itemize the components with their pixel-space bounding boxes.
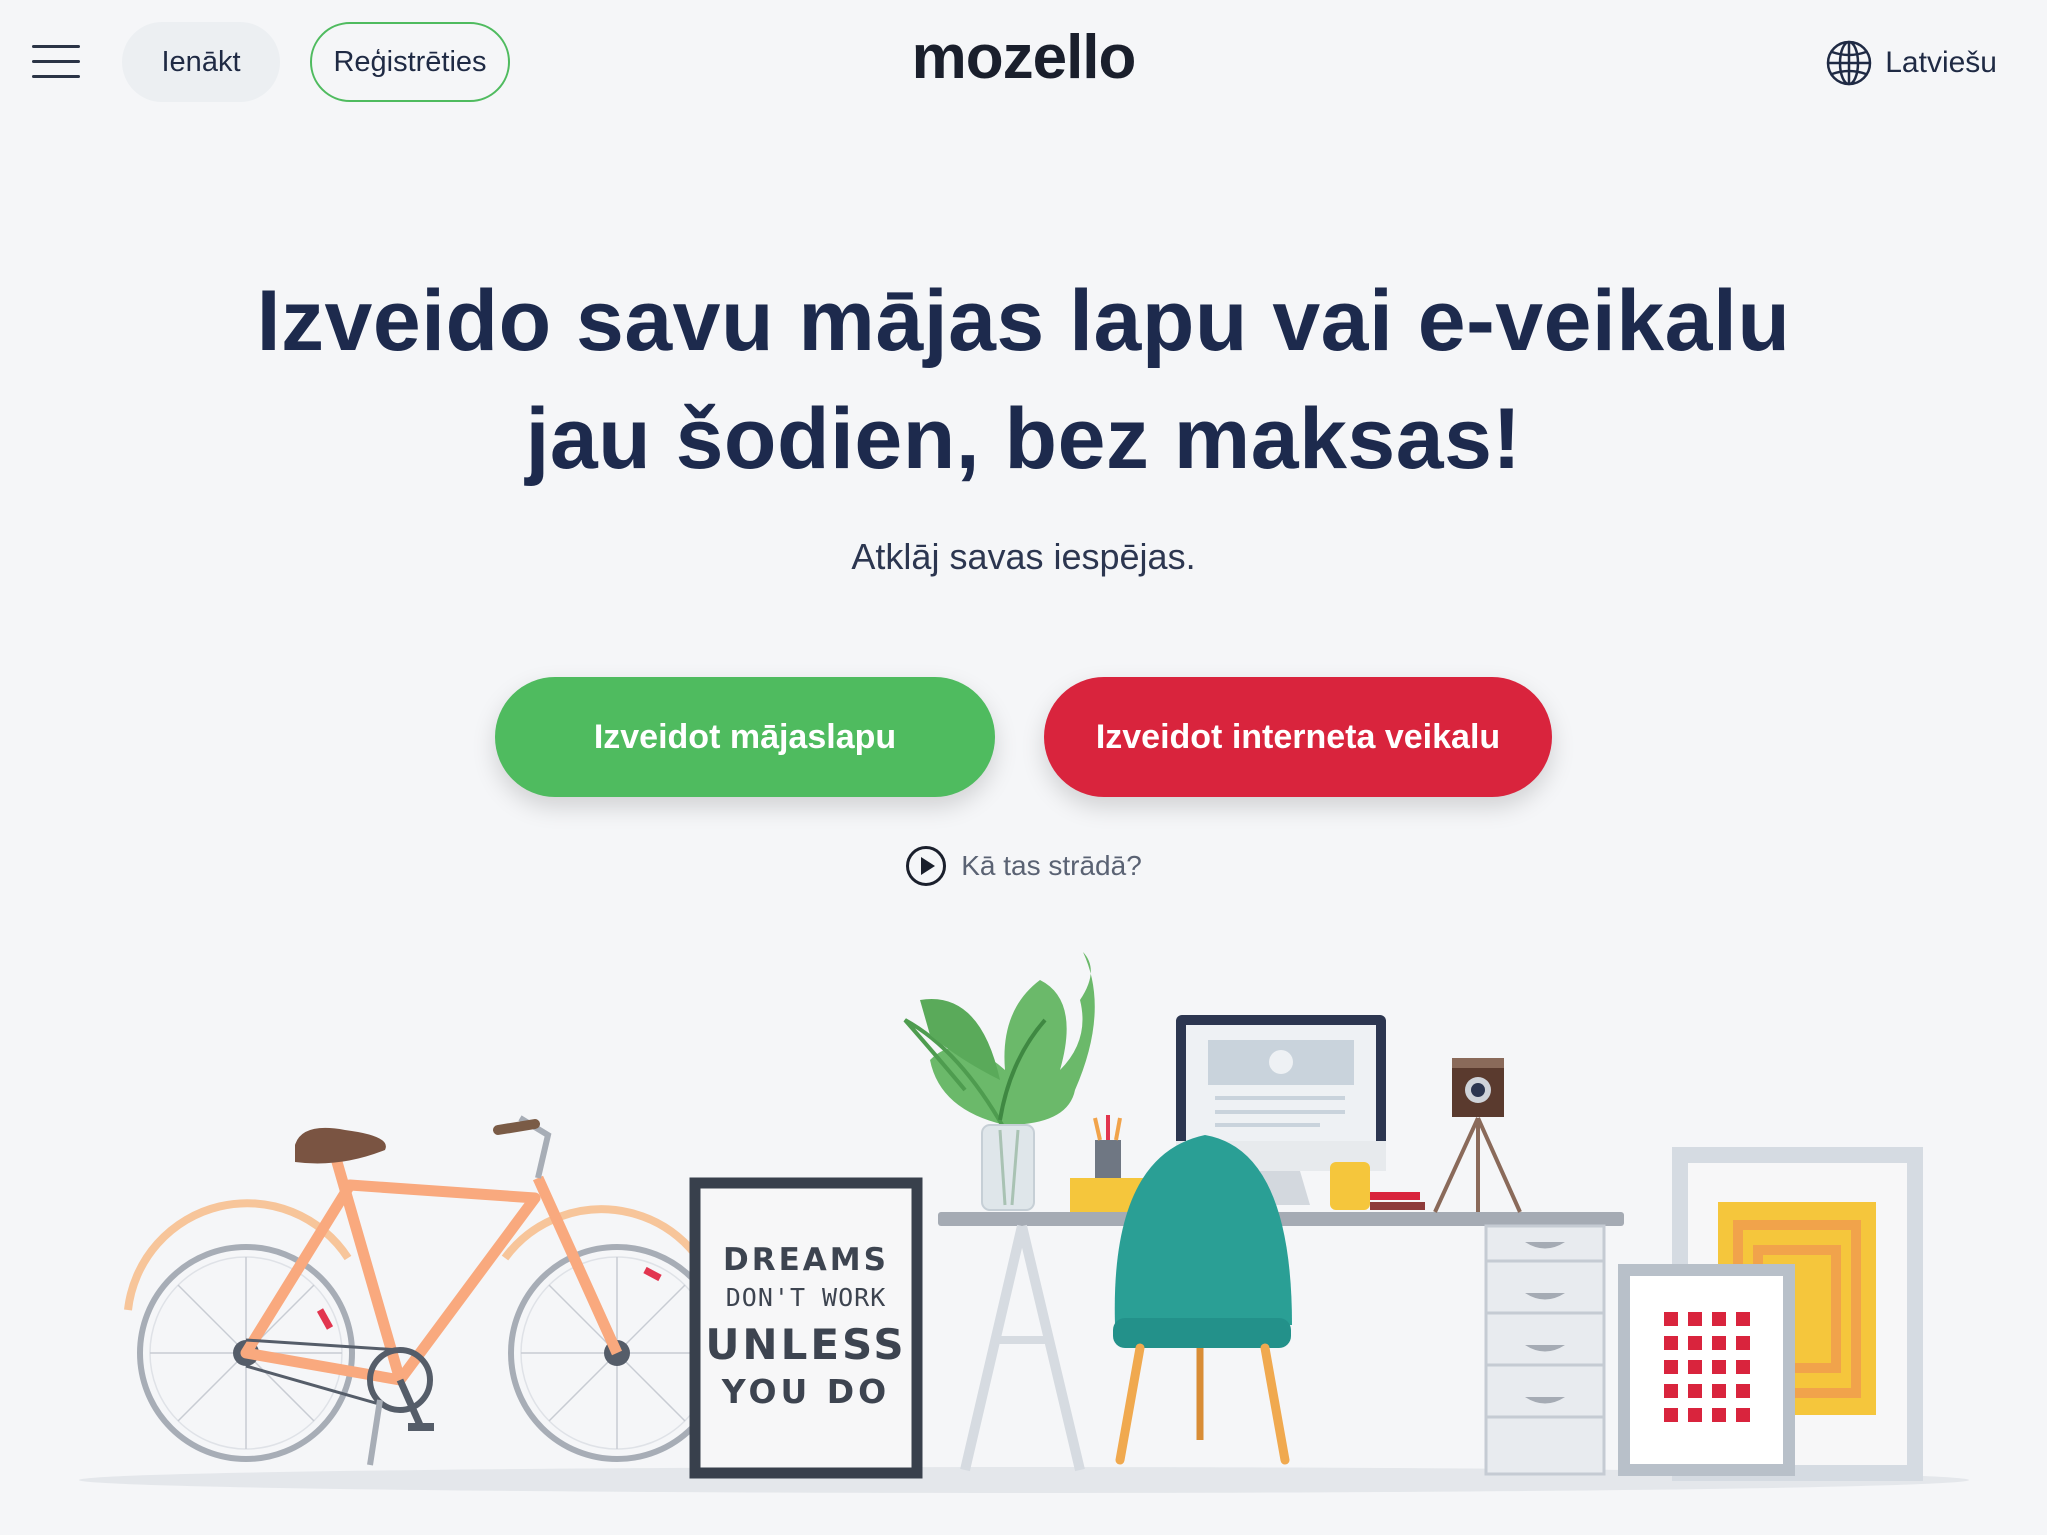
how-it-works-link[interactable]: Kā tas strādā? [0,845,2047,887]
hero-subtitle: Atklāj savas iespējas. [851,536,1196,577]
poster-line-1: DREAMS [723,1242,889,1278]
camera-tripod [1433,1058,1522,1213]
hero-title: Izveido savu mājas lapu vai e-veikalu ja… [0,262,2047,498]
workspace-illustration: DREAMS DON'T WORK UNLESS YOU DO [0,940,2047,1535]
potted-plant [903,952,1095,1211]
teal-chair [1113,1135,1292,1465]
poster-line-3: UNLESS [705,1320,906,1369]
dot-frame [1618,1264,1795,1476]
bicycle-illustration [124,1115,726,1466]
poster-line-2: DON'T WORK [726,1283,887,1312]
how-it-works-label: Kā tas strādā? [961,850,1142,881]
globe-icon [1827,40,1872,86]
logo-text: mozello [911,23,1137,92]
create-shop-button[interactable]: Izveidot interneta veikalu [1044,677,1552,797]
create-website-button[interactable]: Izveidot mājaslapu [495,677,995,797]
pencil-cup [1093,1115,1122,1180]
hero-title-line-1: Izveido savu mājas lapu vai e-veikalu [256,273,1791,369]
language-selector[interactable]: Latviešu [1825,38,1997,88]
logo[interactable]: mozello [0,22,2047,93]
motivation-poster: DREAMS DON'T WORK UNLESS YOU DO [689,1177,923,1479]
hero-title-line-2: jau šodien, bez maksas! [525,391,1522,487]
workspace-illustration-svg: DREAMS DON'T WORK UNLESS YOU DO [79,952,1969,1493]
language-label: Latviešu [1885,46,1997,79]
poster-line-4: YOU DO [721,1372,891,1411]
top-header: Ienākt Reģistrēties mozello Latviešu [0,0,2047,125]
play-icon [906,846,947,886]
